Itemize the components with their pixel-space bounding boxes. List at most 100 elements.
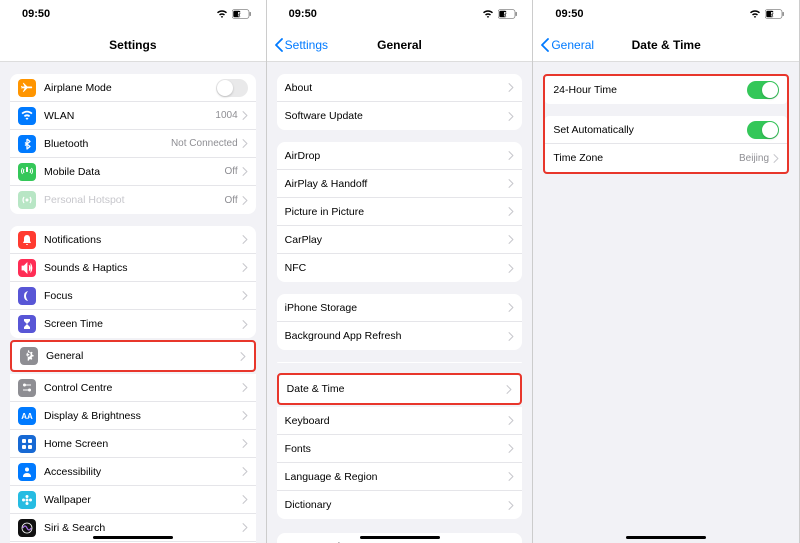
row-carplay[interactable]: CarPlay: [277, 226, 523, 254]
page-title: Date & Time: [632, 38, 701, 52]
row-display-brightness[interactable]: AADisplay & Brightness: [10, 402, 256, 430]
row-focus[interactable]: Focus: [10, 282, 256, 310]
wifi-icon: [216, 10, 228, 19]
row-airdrop[interactable]: AirDrop: [277, 142, 523, 170]
group-dt-rest: Keyboard Fonts Language & RegionDictionary: [277, 407, 523, 519]
row-language-region[interactable]: Language & Region: [277, 463, 523, 491]
row-background-app-refresh[interactable]: Background App Refresh: [277, 322, 523, 350]
row-fonts[interactable]: Fonts: [277, 435, 523, 463]
row-personal-hotspot: Personal HotspotOff: [10, 186, 256, 214]
toggle[interactable]: [216, 79, 248, 97]
row-general[interactable]: General: [12, 342, 254, 370]
moon-icon: [18, 287, 36, 305]
home-indicator[interactable]: [267, 536, 533, 539]
hourglass-icon: [18, 315, 36, 333]
highlight-general: General: [10, 340, 256, 372]
row-keyboard[interactable]: Keyboard: [277, 407, 523, 435]
row-notifications[interactable]: Notifications: [10, 226, 256, 254]
chevron-right-icon: [508, 501, 514, 510]
toggle[interactable]: [747, 81, 779, 99]
row-iphone-storage[interactable]: iPhone Storage: [277, 294, 523, 322]
chevron-right-icon: [508, 179, 514, 188]
row-accessibility[interactable]: Accessibility: [10, 458, 256, 486]
chevron-right-icon: [508, 151, 514, 160]
svg-text:AA: AA: [21, 412, 33, 421]
chevron-right-icon: [508, 416, 514, 425]
status-bar: 09:50 50: [533, 0, 799, 28]
row-sounds-haptics[interactable]: Sounds & Haptics: [10, 254, 256, 282]
row-dictionary[interactable]: Dictionary: [277, 491, 523, 519]
row-label: Picture in Picture: [285, 206, 509, 218]
aa-icon: AA: [18, 407, 36, 425]
row-picture-in-picture[interactable]: Picture in Picture: [277, 198, 523, 226]
row-control-centre[interactable]: Control Centre: [10, 374, 256, 402]
battery-icon: 50: [232, 9, 252, 19]
group-notifications: Notifications Sounds & Haptics FocusScreen…: [10, 226, 256, 338]
row-label: Sounds & Haptics: [44, 262, 242, 274]
chevron-right-icon: [508, 112, 514, 121]
home-indicator[interactable]: [533, 536, 799, 539]
row-airplane-mode[interactable]: Airplane Mode: [10, 74, 256, 102]
chevron-right-icon: [242, 523, 248, 532]
row-label: NFC: [285, 262, 509, 274]
chevron-right-icon: [508, 264, 514, 273]
row-home-screen[interactable]: Home Screen: [10, 430, 256, 458]
chevron-right-icon: [242, 383, 248, 392]
row-bluetooth[interactable]: BluetoothNot Connected: [10, 130, 256, 158]
general-panel: 09:50 50 Settings General About Software …: [267, 0, 534, 543]
status-bar: 09:50 50: [0, 0, 266, 28]
back-button[interactable]: General: [539, 38, 594, 52]
back-button[interactable]: Settings: [273, 38, 328, 52]
general-content[interactable]: About Software Update AirDropAirPlay & Ha…: [267, 62, 533, 543]
group-dt-before: [277, 362, 523, 363]
chevron-right-icon: [242, 495, 248, 504]
chevron-right-icon: [242, 263, 248, 272]
row-time-zone[interactable]: Time ZoneBeijing: [545, 144, 787, 172]
status-time: 09:50: [22, 8, 50, 20]
row-wallpaper[interactable]: Wallpaper: [10, 486, 256, 514]
row-label: CarPlay: [285, 234, 509, 246]
row-software-update[interactable]: Software Update: [277, 102, 523, 130]
page-title: General: [377, 38, 422, 52]
row-label: Time Zone: [553, 152, 739, 164]
row-mobile-data[interactable]: Mobile DataOff: [10, 158, 256, 186]
row-date-time[interactable]: Date & Time: [279, 375, 521, 403]
status-right: 50: [749, 9, 785, 19]
toggle[interactable]: [747, 121, 779, 139]
row-nfc[interactable]: NFC: [277, 254, 523, 282]
row-24-hour-time[interactable]: 24-Hour Time: [545, 76, 787, 104]
chevron-right-icon: [242, 411, 248, 420]
row-wlan[interactable]: WLAN1004: [10, 102, 256, 130]
group-connectivity: Airplane ModeWLAN1004BluetoothNot Connec…: [10, 74, 256, 214]
gear-icon: [20, 347, 38, 365]
home-indicator[interactable]: [0, 536, 266, 539]
row-label: Notifications: [44, 234, 242, 246]
chevron-right-icon: [240, 352, 246, 361]
row-label: General: [46, 350, 240, 362]
row-label: Keyboard: [285, 415, 509, 427]
status-time: 09:50: [289, 8, 317, 20]
back-label: Settings: [285, 38, 328, 52]
row-set-automatically[interactable]: Set Automatically: [545, 116, 787, 144]
row-screen-time[interactable]: Screen Time: [10, 310, 256, 338]
wifi-icon: [749, 10, 761, 19]
chevron-right-icon: [508, 332, 514, 341]
chevron-left-icon: [273, 38, 285, 52]
group-auto: Set AutomaticallyTime ZoneBeijing: [545, 116, 787, 172]
svg-text:50: 50: [237, 12, 244, 18]
row-airplay-handoff[interactable]: AirPlay & Handoff: [277, 170, 523, 198]
hotspot-icon: [18, 191, 36, 209]
row-label: Fonts: [285, 443, 509, 455]
group-general-rest: Control Centre AADisplay & BrightnessHome…: [10, 374, 256, 543]
speaker-icon: [18, 259, 36, 277]
datetime-content[interactable]: 24-Hour Time Set AutomaticallyTime ZoneB…: [533, 62, 799, 543]
back-label: General: [551, 38, 594, 52]
wifi-icon: [482, 10, 494, 19]
row-label: About: [285, 82, 509, 94]
row-label: Accessibility: [44, 466, 242, 478]
svg-text:50: 50: [504, 12, 511, 18]
settings-content[interactable]: Airplane ModeWLAN1004BluetoothNot Connec…: [0, 62, 266, 543]
row-label: Control Centre: [44, 382, 242, 394]
row-about[interactable]: About: [277, 74, 523, 102]
chevron-right-icon: [506, 385, 512, 394]
